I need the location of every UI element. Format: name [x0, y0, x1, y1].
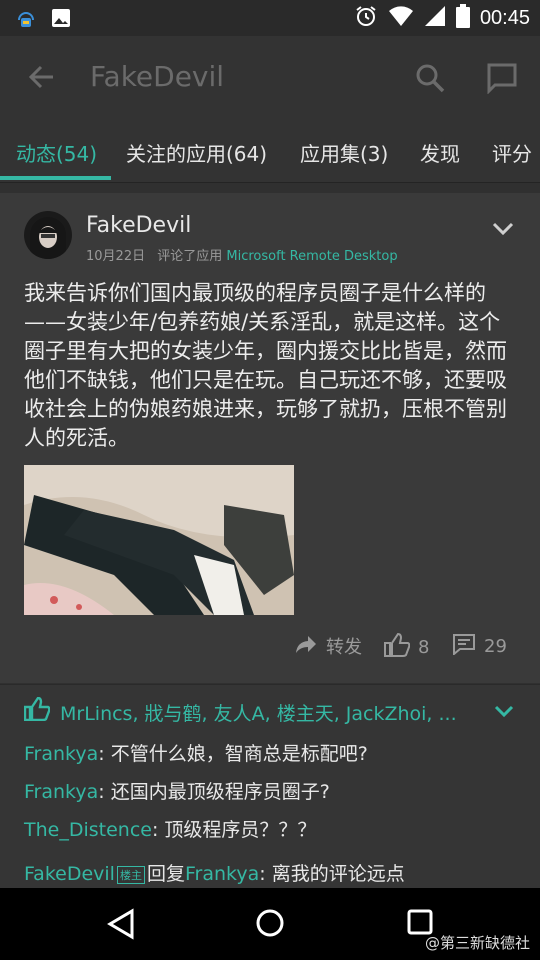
post-date: 10月22日	[86, 249, 146, 264]
app-toolbar: FakeDevil	[0, 36, 540, 122]
comment-user[interactable]: FakeDevil	[24, 863, 115, 885]
tab-app-collections[interactable]: 应用集(3)	[300, 138, 388, 167]
share-arrow-icon	[294, 634, 318, 659]
post-username[interactable]: FakeDevil	[86, 213, 191, 238]
comment-user[interactable]: Frankya	[24, 781, 98, 803]
system-nav-bar: @第三新缺德社	[0, 888, 540, 960]
comment-item[interactable]: FakeDevil 楼主 回复Frankya: 离我的评论远点	[24, 859, 405, 886]
tab-bar: 动态(54) 关注的应用(64) 应用集(3) 发现 评分	[0, 122, 540, 183]
wifi-icon	[388, 5, 414, 31]
comment-action[interactable]: 29	[452, 633, 507, 660]
chevron-down-icon[interactable]	[492, 221, 514, 240]
comment-text: : 顶级程序员？？？	[151, 819, 317, 841]
repost-label: 转发	[326, 637, 362, 658]
post-app-link[interactable]: Microsoft Remote Desktop	[226, 249, 397, 264]
post-meta: 10月22日 评论了应用 Microsoft Remote Desktop	[86, 245, 398, 264]
nav-back-icon[interactable]	[106, 908, 136, 944]
tab-activity[interactable]: 动态(54)	[16, 138, 97, 167]
avatar[interactable]	[24, 211, 72, 259]
like-count: 8	[418, 637, 430, 658]
comment-text: : 还国内最顶级程序员圈子?	[98, 781, 330, 803]
reply-to-user[interactable]: Frankya	[185, 863, 259, 885]
likes-names: MrLincs, 戕与鹤, 友人A, 楼主天, JackZhoi, ...	[60, 703, 457, 725]
op-badge: 楼主	[116, 865, 145, 884]
comment-text: : 离我的评论远点	[259, 863, 405, 885]
tab-discover[interactable]: 发现	[420, 138, 460, 167]
signal-icon	[424, 5, 446, 31]
gallery-icon	[50, 7, 72, 33]
back-arrow-icon[interactable]	[26, 62, 60, 96]
thumbs-up-icon	[23, 696, 51, 725]
status-bar: 00:45	[0, 0, 540, 36]
tab-followed-apps[interactable]: 关注的应用(64)	[126, 138, 267, 167]
search-icon[interactable]	[414, 62, 446, 98]
battery-icon	[455, 4, 470, 32]
notification-app-icon	[14, 6, 38, 34]
message-icon[interactable]	[486, 62, 518, 98]
alarm-icon	[354, 4, 378, 32]
post-card: FakeDevil 10月22日 评论了应用 Microsoft Remote …	[0, 193, 540, 683]
tab-indicator	[0, 176, 111, 180]
comment-user[interactable]: The_Distence	[24, 819, 152, 841]
nav-home-icon[interactable]	[255, 908, 285, 942]
chevron-down-icon[interactable]	[494, 703, 514, 722]
repost-action[interactable]: 转发	[294, 633, 362, 659]
comment-item[interactable]: Frankya: 不管什么娘，智商总是标配吧?	[24, 739, 368, 766]
comment-icon	[452, 633, 476, 660]
comment-text: : 不管什么娘，智商总是标配吧?	[98, 743, 368, 765]
comments-list: Frankya: 不管什么娘，智商总是标配吧? Frankya: 还国内最顶级程…	[0, 735, 540, 888]
like-action[interactable]: 8	[384, 632, 430, 662]
page-title: FakeDevil	[90, 60, 225, 93]
watermark: @第三新缺德社	[424, 934, 530, 952]
thumbs-up-icon	[384, 632, 411, 662]
status-time: 00:45	[479, 6, 530, 29]
likes-row[interactable]: MrLincs, 戕与鹤, 友人A, 楼主天, JackZhoi, ...	[0, 684, 540, 736]
comment-count: 29	[484, 636, 507, 657]
post-body: 我来告诉你们国内最顶级的程序员圈子是什么样的——女装少年/包养药娘/关系淫乱，就…	[24, 281, 507, 450]
tab-ratings[interactable]: 评分	[492, 138, 532, 167]
comment-item[interactable]: Frankya: 还国内最顶级程序员圈子?	[24, 777, 330, 804]
comment-user[interactable]: Frankya	[24, 743, 98, 765]
post-photo[interactable]	[24, 465, 294, 615]
reply-word: 回复	[146, 863, 185, 885]
post-action: 评论了应用	[157, 249, 223, 264]
comment-item[interactable]: The_Distence: 顶级程序员？？？	[24, 815, 316, 842]
